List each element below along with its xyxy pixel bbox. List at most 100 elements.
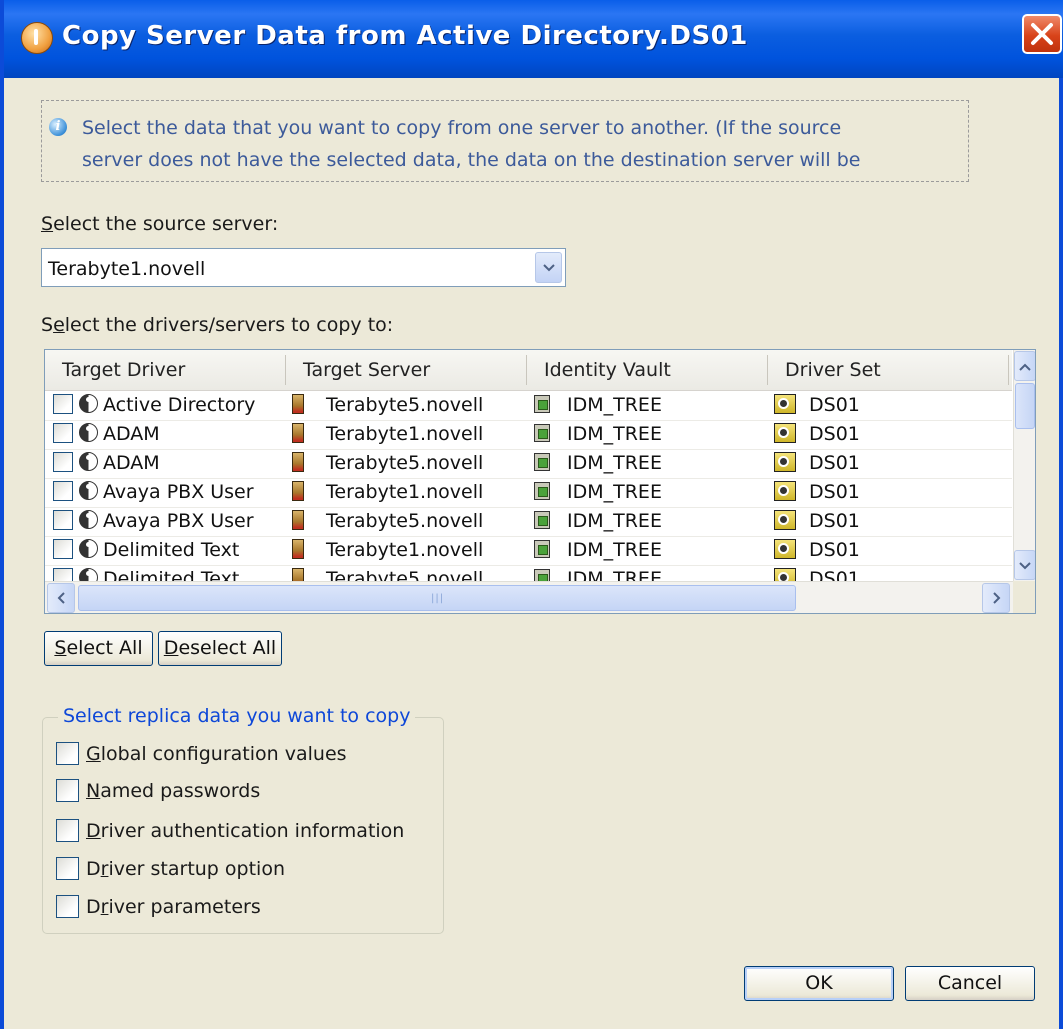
row-checkbox[interactable] xyxy=(53,510,73,530)
driver-parameters-checkbox[interactable] xyxy=(56,895,79,918)
driver-set-icon xyxy=(774,394,796,414)
column-header-target-server[interactable]: Target Server xyxy=(303,350,430,390)
server-icon xyxy=(292,481,304,501)
scroll-down-button[interactable] xyxy=(1014,550,1035,580)
info-icon: i xyxy=(49,118,67,136)
identity-vault-icon xyxy=(534,511,550,529)
identity-vault-cell: IDM_TREE xyxy=(567,568,662,581)
dialog-window: Copy Server Data from Active Directory.D… xyxy=(0,0,1063,1029)
replica-group-title: Select replica data you want to copy xyxy=(58,705,416,727)
table-body: Active Directory Terabyte5.novell IDM_TR… xyxy=(45,391,1012,581)
named-passwords-checkbox[interactable] xyxy=(56,779,79,802)
identity-vault-icon xyxy=(534,395,550,413)
target-driver-cell: ADAM xyxy=(103,423,160,445)
driver-set-icon xyxy=(774,452,796,472)
source-server-label: Select the source server: xyxy=(41,213,279,235)
identity-vault-icon xyxy=(534,569,550,581)
chevron-down-icon xyxy=(1019,562,1031,570)
driver-icon xyxy=(79,394,98,413)
global-config-checkbox[interactable] xyxy=(56,742,79,765)
server-icon xyxy=(292,568,304,581)
target-driver-cell: ADAM xyxy=(103,452,160,474)
identity-vault-cell: IDM_TREE xyxy=(567,452,662,474)
column-header-identity-vault[interactable]: Identity Vault xyxy=(544,350,671,390)
scroll-right-button[interactable] xyxy=(982,583,1010,613)
window-title: Copy Server Data from Active Directory.D… xyxy=(62,21,748,51)
table-row[interactable]: ADAM Terabyte1.novell IDM_TREE DS01 xyxy=(45,420,1012,450)
identity-vault-icon xyxy=(534,482,550,500)
driver-parameters-label: Driver parameters xyxy=(86,896,261,918)
driver-icon xyxy=(79,481,98,500)
cancel-button[interactable]: Cancel xyxy=(905,966,1035,1001)
column-header-target-driver[interactable]: Target Driver xyxy=(62,350,185,390)
server-icon xyxy=(292,423,304,443)
driver-set-icon xyxy=(774,539,796,559)
source-server-select[interactable]: Terabyte1.novell xyxy=(41,248,566,287)
target-server-cell: Terabyte5.novell xyxy=(326,568,484,581)
server-icon xyxy=(292,452,304,472)
named-passwords-label: Named passwords xyxy=(86,780,261,802)
driver-set-icon xyxy=(774,510,796,530)
driver-set-cell: DS01 xyxy=(809,568,860,581)
select-all-button[interactable]: Select All xyxy=(44,631,153,666)
table-row[interactable]: Delimited Text Terabyte1.novell IDM_TREE… xyxy=(45,536,1012,566)
server-icon xyxy=(292,394,304,414)
info-text-line-1: Select the data that you want to copy fr… xyxy=(82,117,842,139)
table-row[interactable]: Avaya PBX User Terabyte5.novell IDM_TREE… xyxy=(45,507,1012,537)
target-server-cell: Terabyte1.novell xyxy=(326,423,484,445)
dropdown-button[interactable] xyxy=(535,252,562,283)
app-icon xyxy=(21,22,53,54)
horizontal-scrollbar[interactable]: ||| xyxy=(45,581,1013,613)
target-driver-cell: Delimited Text xyxy=(103,568,240,581)
close-icon xyxy=(1031,23,1053,45)
identity-vault-cell: IDM_TREE xyxy=(567,481,662,503)
driver-set-icon xyxy=(774,481,796,501)
row-checkbox[interactable] xyxy=(53,568,73,581)
table-row[interactable]: Delimited Text Terabyte5.novell IDM_TREE… xyxy=(45,565,1012,581)
close-button[interactable] xyxy=(1022,14,1062,54)
horizontal-scroll-thumb[interactable]: ||| xyxy=(78,585,796,611)
target-driver-cell: Active Directory xyxy=(103,394,256,416)
driver-icon xyxy=(79,510,98,529)
driver-startup-checkbox[interactable] xyxy=(56,857,79,880)
scroll-up-button[interactable] xyxy=(1014,351,1035,381)
driver-auth-checkbox[interactable] xyxy=(56,819,79,842)
server-icon xyxy=(292,510,304,530)
vertical-scrollbar[interactable] xyxy=(1013,350,1035,581)
driver-auth-label: Driver authentication information xyxy=(86,820,405,842)
table-row[interactable]: Avaya PBX User Terabyte1.novell IDM_TREE… xyxy=(45,478,1012,508)
driver-set-cell: DS01 xyxy=(809,394,860,416)
driver-icon xyxy=(79,568,98,581)
driver-startup-label: Driver startup option xyxy=(86,858,285,880)
target-driver-cell: Avaya PBX User xyxy=(103,481,254,503)
ok-button[interactable]: OK xyxy=(744,966,894,1001)
target-server-cell: Terabyte5.novell xyxy=(326,394,484,416)
table-row[interactable]: Active Directory Terabyte5.novell IDM_TR… xyxy=(45,391,1012,421)
driver-icon xyxy=(79,539,98,558)
identity-vault-icon xyxy=(534,453,550,471)
row-checkbox[interactable] xyxy=(53,481,73,501)
title-bar[interactable]: Copy Server Data from Active Directory.D… xyxy=(4,0,1063,78)
targets-table[interactable]: Target Driver Target Server Identity Vau… xyxy=(44,349,1036,614)
row-checkbox[interactable] xyxy=(53,394,73,414)
row-checkbox[interactable] xyxy=(53,539,73,559)
driver-set-icon xyxy=(774,423,796,443)
row-checkbox[interactable] xyxy=(53,423,73,443)
chevron-right-icon xyxy=(993,592,1001,604)
driver-set-cell: DS01 xyxy=(809,423,860,445)
info-panel: i Select the data that you want to copy … xyxy=(41,100,969,182)
row-checkbox[interactable] xyxy=(53,452,73,472)
source-server-value: Terabyte1.novell xyxy=(48,258,206,280)
driver-set-icon xyxy=(774,568,796,581)
driver-set-cell: DS01 xyxy=(809,452,860,474)
target-server-cell: Terabyte5.novell xyxy=(326,510,484,532)
table-header: Target Driver Target Server Identity Vau… xyxy=(45,350,1012,391)
target-server-cell: Terabyte1.novell xyxy=(326,481,484,503)
deselect-all-button[interactable]: Deselect All xyxy=(158,631,282,666)
vertical-scroll-thumb[interactable] xyxy=(1015,383,1035,429)
scroll-left-button[interactable] xyxy=(47,583,75,613)
target-driver-cell: Avaya PBX User xyxy=(103,510,254,532)
table-row[interactable]: ADAM Terabyte5.novell IDM_TREE DS01 xyxy=(45,449,1012,479)
target-driver-cell: Delimited Text xyxy=(103,539,240,561)
column-header-driver-set[interactable]: Driver Set xyxy=(785,350,881,390)
